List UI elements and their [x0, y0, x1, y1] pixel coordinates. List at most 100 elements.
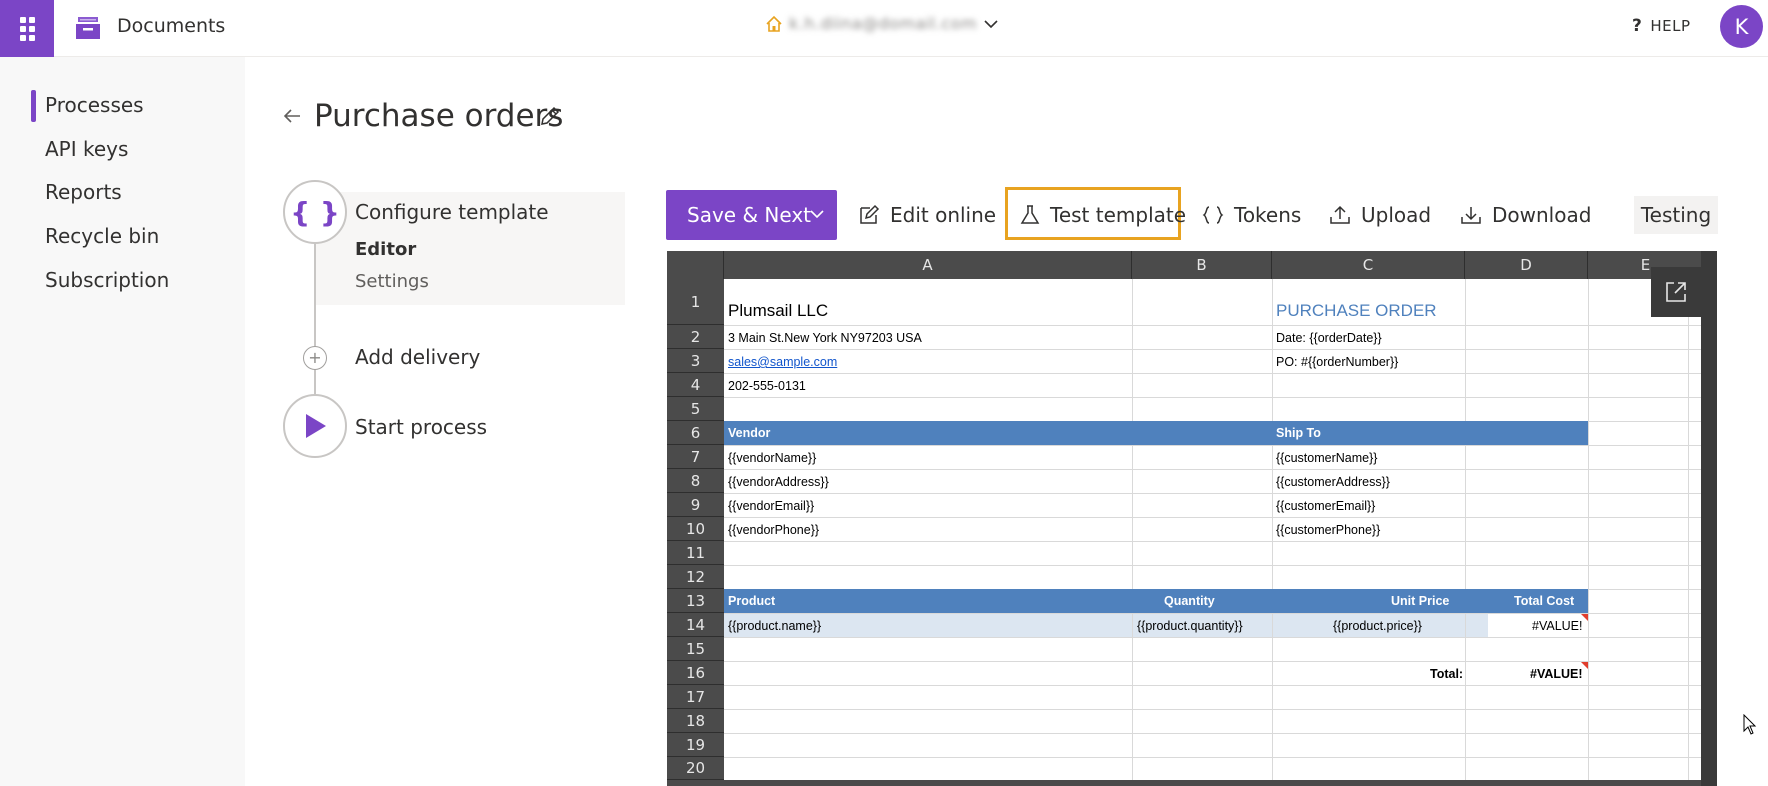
- home-icon: [766, 15, 782, 32]
- cell-customer-email[interactable]: {{customerEmail}}: [1276, 499, 1375, 513]
- row-header[interactable]: 5: [667, 397, 724, 421]
- app-launcher-button[interactable]: [0, 0, 54, 57]
- sidebar-item-reports[interactable]: Reports: [45, 180, 122, 204]
- save-next-button[interactable]: Save & Next: [666, 190, 837, 240]
- cell-doc-title[interactable]: PURCHASE ORDER: [1276, 301, 1437, 321]
- cell-po[interactable]: PO: #{{orderNumber}}: [1276, 355, 1398, 369]
- cell-product-price[interactable]: {{product.price}}: [1333, 619, 1422, 633]
- corner-cell[interactable]: [667, 251, 724, 279]
- column-header-d[interactable]: D: [1465, 251, 1588, 279]
- column-header-b[interactable]: B: [1132, 251, 1272, 279]
- testing-status-badge[interactable]: Testing: [1634, 196, 1718, 234]
- sheet-scrollbar[interactable]: [1701, 251, 1717, 786]
- step-start-process[interactable]: Start process: [355, 415, 487, 439]
- step-configure-template[interactable]: Configure template: [355, 200, 549, 224]
- cell-vendor-name[interactable]: {{vendorName}}: [728, 451, 816, 465]
- column-header-a[interactable]: A: [724, 251, 1132, 279]
- cell-ship-header[interactable]: Ship To: [1276, 426, 1321, 440]
- cell-customer-name[interactable]: {{customerName}}: [1276, 451, 1377, 465]
- row-header[interactable]: 8: [667, 469, 724, 493]
- row-header[interactable]: 19: [667, 733, 724, 757]
- step-sub-settings[interactable]: Settings: [355, 271, 429, 292]
- sidebar: Processes API keys Reports Recycle bin S…: [0, 57, 245, 786]
- row-header[interactable]: 7: [667, 445, 724, 469]
- cell-total-label[interactable]: Total:: [1430, 667, 1463, 681]
- sidebar-item-processes[interactable]: Processes: [45, 93, 144, 117]
- sheet-grid[interactable]: Plumsail LLC PURCHASE ORDER 3 Main St.Ne…: [724, 279, 1704, 780]
- braces-icon[interactable]: { }: [283, 180, 347, 244]
- sidebar-item-subscription[interactable]: Subscription: [45, 268, 169, 292]
- row-header[interactable]: 4: [667, 373, 724, 397]
- help-label: HELP: [1650, 17, 1691, 35]
- row-header[interactable]: 16: [667, 661, 724, 685]
- row-header[interactable]: 15: [667, 637, 724, 661]
- gridline: [724, 373, 1704, 374]
- row-header[interactable]: 17: [667, 685, 724, 709]
- row-header[interactable]: 12: [667, 565, 724, 589]
- comment-marker-icon: [1581, 662, 1588, 669]
- row-header[interactable]: 6: [667, 421, 724, 445]
- cell-product-name[interactable]: {{product.name}}: [728, 619, 821, 633]
- cell-vendor-phone[interactable]: {{vendorPhone}}: [728, 523, 819, 537]
- row-header[interactable]: 1: [667, 279, 724, 325]
- upload-button[interactable]: Upload: [1329, 196, 1431, 234]
- cell-col-quantity[interactable]: Quantity: [1164, 594, 1215, 608]
- comment-marker-icon: [1581, 614, 1588, 621]
- row-header[interactable]: 13: [667, 589, 724, 613]
- spreadsheet-preview[interactable]: A B C D E 1 2 3 4 5 6 7 8 9 10 11 12 13 …: [667, 251, 1717, 786]
- tokens-button[interactable]: Tokens: [1202, 196, 1301, 234]
- plus-icon[interactable]: +: [303, 346, 327, 370]
- cell-total-value[interactable]: #VALUE!: [1530, 667, 1583, 681]
- row-header[interactable]: 11: [667, 541, 724, 565]
- chevron-down-icon[interactable]: [809, 208, 825, 220]
- cell-email-link[interactable]: sales@sample.com: [728, 355, 837, 369]
- cell-date[interactable]: Date: {{orderDate}}: [1276, 331, 1382, 345]
- cell-customer-address[interactable]: {{customerAddress}}: [1276, 475, 1390, 489]
- download-button[interactable]: Download: [1460, 196, 1591, 234]
- cell-company[interactable]: Plumsail LLC: [728, 301, 828, 321]
- cell-product-quantity[interactable]: {{product.quantity}}: [1137, 619, 1243, 633]
- row-header[interactable]: 2: [667, 325, 724, 349]
- row-header[interactable]: 18: [667, 709, 724, 733]
- upload-icon: [1330, 205, 1350, 224]
- edit-online-button[interactable]: Edit online: [858, 196, 996, 234]
- row-header[interactable]: 14: [667, 613, 724, 637]
- cell-address[interactable]: 3 Main St.New York NY97203 USA: [728, 331, 922, 345]
- gridline: [724, 637, 1704, 638]
- documents-app-icon: [76, 17, 100, 39]
- help-button[interactable]: ? HELP: [1632, 16, 1691, 36]
- cell-col-product[interactable]: Product: [728, 594, 775, 608]
- open-external-button[interactable]: [1651, 267, 1701, 317]
- cell-col-unit-price[interactable]: Unit Price: [1391, 594, 1449, 608]
- row-header[interactable]: 20: [667, 757, 724, 780]
- sidebar-item-recycle-bin[interactable]: Recycle bin: [45, 224, 159, 248]
- cell-value-error[interactable]: #VALUE!: [1532, 619, 1583, 633]
- app-name[interactable]: Documents: [117, 15, 225, 37]
- cell-customer-phone[interactable]: {{customerPhone}}: [1276, 523, 1380, 537]
- gridline: [724, 661, 1704, 662]
- cell-vendor-address[interactable]: {{vendorAddress}}: [728, 475, 829, 489]
- top-bar: Documents k.h.diina@domail.com ? HELP K: [0, 0, 1768, 57]
- row-header[interactable]: 3: [667, 349, 724, 373]
- question-icon: ?: [1632, 16, 1643, 36]
- play-icon: [306, 414, 326, 438]
- cell-vendor-email[interactable]: {{vendorEmail}}: [728, 499, 814, 513]
- column-header-c[interactable]: C: [1272, 251, 1465, 279]
- gridline: [724, 613, 1704, 614]
- test-template-button[interactable]: Test template: [1020, 196, 1186, 234]
- cell-vendor-header[interactable]: Vendor: [728, 426, 770, 440]
- row-header[interactable]: 10: [667, 517, 724, 541]
- row-header[interactable]: 9: [667, 493, 724, 517]
- sidebar-item-api-keys[interactable]: API keys: [45, 137, 128, 161]
- gridline: [724, 733, 1704, 734]
- cell-col-total-cost[interactable]: Total Cost: [1514, 594, 1574, 608]
- upload-label: Upload: [1361, 203, 1432, 227]
- edit-title-pencil-icon[interactable]: [538, 104, 562, 128]
- avatar[interactable]: K: [1720, 5, 1763, 48]
- step-add-delivery[interactable]: Add delivery: [355, 345, 480, 369]
- account-switcher[interactable]: k.h.diina@domail.com: [765, 14, 999, 33]
- back-arrow-icon[interactable]: [281, 105, 303, 127]
- cell-phone[interactable]: 202-555-0131: [728, 379, 806, 393]
- step-sub-editor[interactable]: Editor: [355, 239, 416, 260]
- start-process-button[interactable]: [283, 394, 347, 458]
